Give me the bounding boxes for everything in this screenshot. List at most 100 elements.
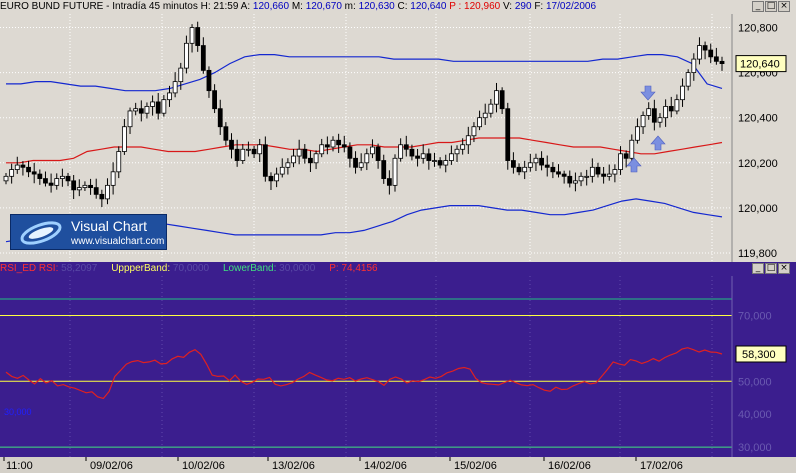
candle-body bbox=[82, 184, 88, 189]
candle bbox=[651, 99, 657, 131]
candle bbox=[82, 181, 88, 191]
lower-band-value: 30,0000 bbox=[279, 263, 316, 274]
candle-body bbox=[31, 171, 37, 175]
candle-body bbox=[99, 193, 105, 200]
candle bbox=[567, 170, 573, 188]
candle-body bbox=[178, 67, 184, 83]
last-price-label: 120,640 bbox=[740, 59, 780, 71]
candle-body bbox=[646, 108, 652, 116]
close-button[interactable]: × bbox=[778, 263, 790, 274]
candle bbox=[386, 170, 392, 195]
candle bbox=[505, 102, 511, 170]
candle-body bbox=[601, 173, 607, 177]
candle-body bbox=[184, 42, 189, 69]
candle-body bbox=[110, 171, 116, 186]
up-arrow-icon bbox=[626, 157, 642, 173]
candle bbox=[274, 167, 280, 188]
candle bbox=[76, 179, 82, 197]
maximize-button[interactable]: □ bbox=[765, 1, 777, 12]
candle bbox=[285, 158, 291, 175]
candle bbox=[195, 21, 201, 52]
candle-body bbox=[319, 144, 325, 155]
f-value: 17/02/2006 bbox=[545, 1, 597, 12]
candle-body bbox=[381, 160, 387, 179]
candle-body bbox=[398, 144, 404, 159]
candle bbox=[138, 100, 144, 122]
candle-body bbox=[274, 173, 280, 182]
candle bbox=[573, 172, 578, 192]
candle bbox=[612, 164, 618, 183]
candle-body bbox=[668, 106, 674, 112]
candle bbox=[499, 87, 505, 115]
time-label: 16/02/06 bbox=[548, 460, 591, 472]
candle bbox=[511, 152, 516, 174]
candle-body bbox=[240, 148, 246, 161]
candle-body bbox=[20, 164, 26, 168]
candle bbox=[127, 107, 133, 134]
candle bbox=[668, 96, 674, 118]
candle-body bbox=[324, 144, 330, 148]
candle-body bbox=[499, 90, 505, 110]
candle-body bbox=[105, 184, 110, 200]
candle bbox=[268, 172, 274, 191]
candle-body bbox=[488, 103, 494, 114]
candle-body bbox=[48, 182, 54, 186]
candle bbox=[212, 84, 217, 114]
candle bbox=[251, 145, 257, 159]
candle bbox=[454, 145, 460, 162]
logo-url: www.visualchart.com bbox=[71, 236, 165, 247]
candle bbox=[635, 118, 640, 144]
candle-body bbox=[691, 58, 697, 74]
candle-body bbox=[612, 169, 618, 175]
candle-body bbox=[522, 166, 528, 173]
candle-body bbox=[471, 126, 477, 137]
candle bbox=[437, 157, 443, 169]
candle-body bbox=[291, 155, 296, 164]
candle bbox=[550, 162, 556, 179]
candle bbox=[375, 143, 381, 169]
candle-body bbox=[635, 126, 640, 141]
candle-body bbox=[93, 187, 99, 195]
candle bbox=[719, 56, 725, 71]
minimize-button[interactable]: _ bbox=[752, 1, 764, 12]
candle-body bbox=[460, 144, 466, 150]
candle bbox=[488, 98, 494, 118]
candle-body bbox=[127, 110, 133, 128]
rsi-tick-label: 40,000 bbox=[738, 409, 772, 421]
rsi-pane[interactable]: 70,000 50,000 40,000 30,000 58,300 RSI_ED RS… bbox=[0, 262, 796, 457]
candle-body bbox=[713, 56, 719, 62]
min-label: m: bbox=[344, 1, 356, 12]
candle-body bbox=[623, 153, 629, 159]
close-button[interactable]: × bbox=[778, 1, 790, 12]
candle bbox=[533, 153, 539, 172]
candle bbox=[657, 113, 663, 128]
candle bbox=[364, 148, 370, 171]
h-label: H: bbox=[200, 1, 211, 12]
price-window-buttons: _ □ × bbox=[752, 1, 790, 12]
price-tick-label: 120,400 bbox=[738, 113, 778, 125]
candle-body bbox=[663, 106, 669, 119]
candle-body bbox=[443, 160, 449, 166]
candle-body bbox=[200, 45, 206, 71]
candle bbox=[595, 162, 601, 178]
minimize-button[interactable]: _ bbox=[752, 263, 764, 274]
candle bbox=[240, 144, 246, 164]
upper-band-value: 70,0000 bbox=[172, 263, 210, 274]
candle bbox=[200, 37, 206, 74]
candle-body bbox=[573, 180, 578, 184]
candle bbox=[262, 136, 268, 182]
candle-body bbox=[3, 175, 9, 182]
close-label: C: bbox=[397, 1, 408, 12]
maximize-button[interactable]: □ bbox=[765, 263, 777, 274]
candle-body bbox=[353, 157, 358, 168]
rsi-label: RSI: bbox=[38, 263, 59, 274]
candle bbox=[420, 144, 426, 164]
candle bbox=[189, 24, 195, 53]
candle bbox=[680, 78, 685, 107]
candle bbox=[561, 170, 567, 184]
candle bbox=[465, 126, 471, 154]
candle-body bbox=[296, 148, 302, 157]
price-chart-pane[interactable]: 120,800 120,600 120,400 120,200 120,000 119,8… bbox=[0, 0, 796, 262]
rsi-tick-label: 50,000 bbox=[738, 376, 772, 388]
rsi-tick-label: 70,000 bbox=[738, 310, 772, 322]
